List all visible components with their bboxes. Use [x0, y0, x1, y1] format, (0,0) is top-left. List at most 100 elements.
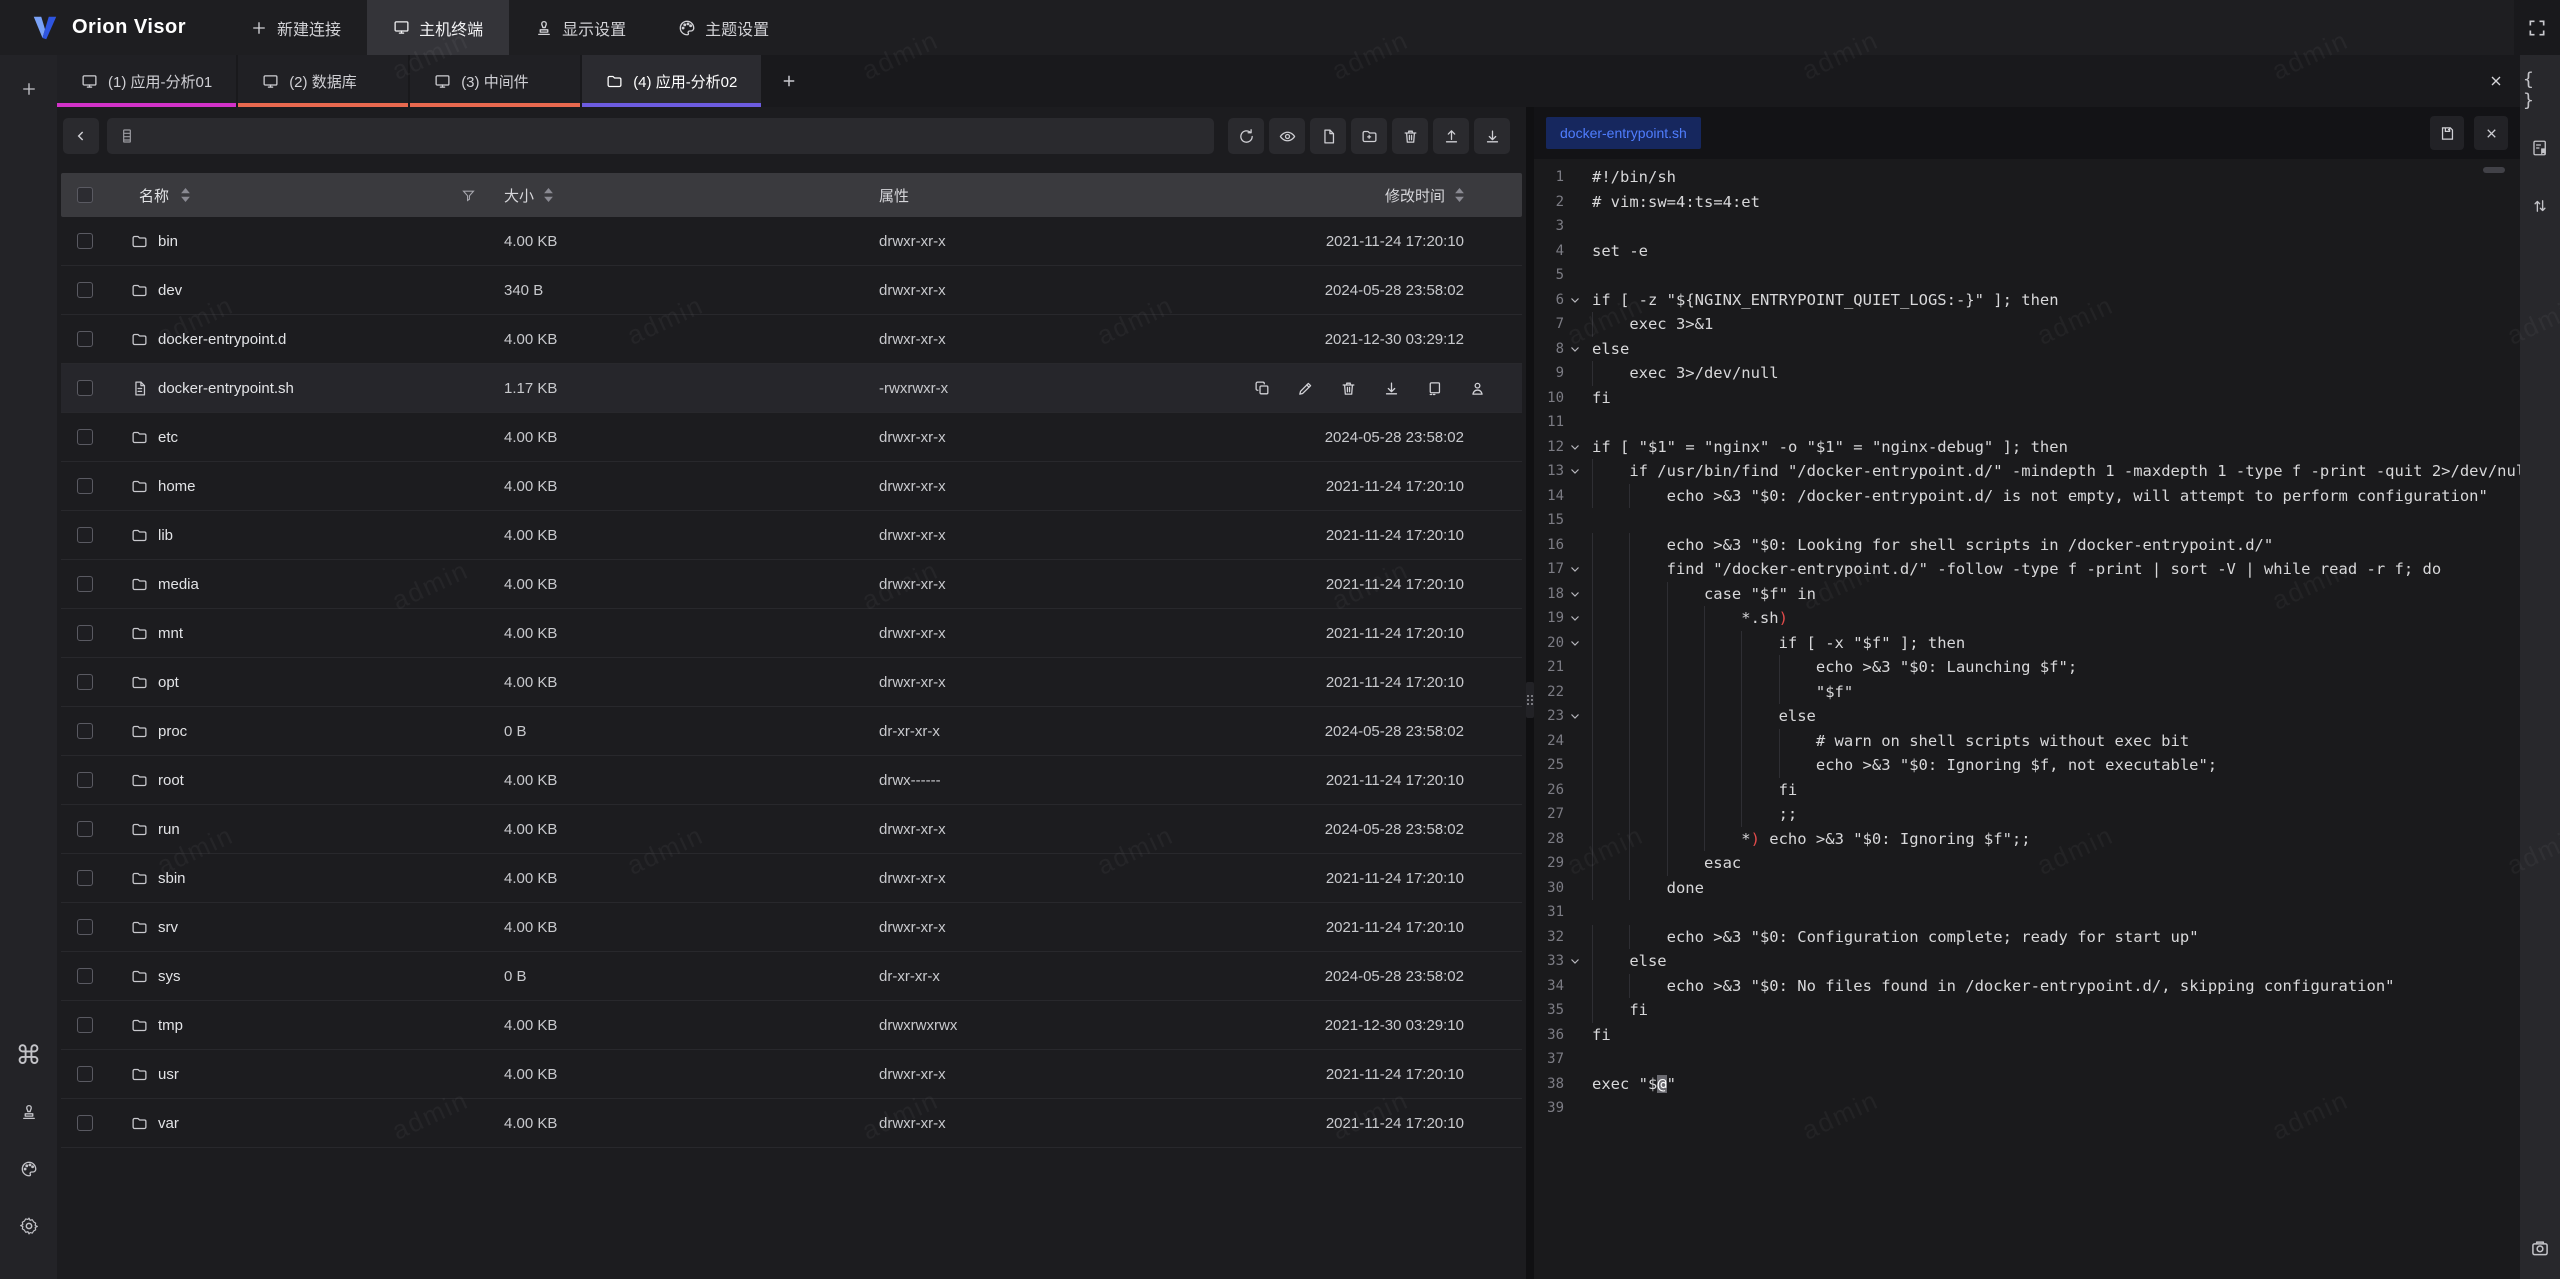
nav-item-3[interactable]: 主题设置: [652, 0, 795, 55]
select-all-checkbox[interactable]: [77, 187, 93, 203]
row-checkbox[interactable]: [77, 870, 93, 886]
fold-chevron-icon[interactable]: [1564, 606, 1586, 631]
row-checkbox[interactable]: [77, 625, 93, 641]
fold-chevron-icon[interactable]: [1564, 459, 1586, 484]
row-checkbox[interactable]: [77, 527, 93, 543]
file-name[interactable]: opt: [158, 674, 179, 691]
nav-item-0[interactable]: 新建连接: [224, 0, 367, 55]
table-row[interactable]: docker-entrypoint.sh 1.17 KB -rwxrwxr-x: [61, 364, 1522, 413]
file-name[interactable]: run: [158, 821, 180, 838]
file-name[interactable]: lib: [158, 527, 173, 544]
back-button[interactable]: [63, 118, 99, 154]
fullscreen-icon[interactable]: [2514, 0, 2560, 55]
row-checkbox[interactable]: [77, 478, 93, 494]
table-row[interactable]: home 4.00 KB drwxr-xr-x 2021-11-24 17:20…: [61, 462, 1522, 511]
sort-icon-mtime[interactable]: [1455, 188, 1464, 202]
file-name[interactable]: bin: [158, 233, 178, 250]
table-row[interactable]: dev 340 B drwxr-xr-x 2024-05-28 23:58:02: [61, 266, 1522, 315]
table-row[interactable]: docker-entrypoint.d 4.00 KB drwxr-xr-x 2…: [61, 315, 1522, 364]
row-checkbox[interactable]: [77, 674, 93, 690]
copy-icon[interactable]: [1254, 380, 1271, 397]
file-name[interactable]: docker-entrypoint.d: [158, 331, 286, 348]
fold-chevron-icon[interactable]: [1564, 582, 1586, 607]
download-icon[interactable]: [1383, 380, 1400, 397]
file-name[interactable]: usr: [158, 1066, 179, 1083]
file-name[interactable]: home: [158, 478, 196, 495]
row-checkbox[interactable]: [77, 576, 93, 592]
table-row[interactable]: tmp 4.00 KB drwxrwxrwx 2021-12-30 03:29:…: [61, 1001, 1522, 1050]
row-checkbox[interactable]: [77, 723, 93, 739]
fold-chevron-icon[interactable]: [1564, 949, 1586, 974]
row-checkbox[interactable]: [77, 919, 93, 935]
editor-close-icon[interactable]: [2474, 116, 2508, 150]
row-checkbox[interactable]: [77, 1017, 93, 1033]
terminal-tab-1[interactable]: (1) 应用-分析01: [57, 55, 236, 107]
permission-icon[interactable]: [1469, 380, 1486, 397]
table-row[interactable]: lib 4.00 KB drwxr-xr-x 2021-11-24 17:20:…: [61, 511, 1522, 560]
row-checkbox[interactable]: [77, 282, 93, 298]
panel-splitter[interactable]: [1526, 107, 1534, 1279]
file-name[interactable]: var: [158, 1115, 179, 1132]
fold-chevron-icon[interactable]: [1564, 631, 1586, 656]
fold-chevron-icon[interactable]: [1564, 288, 1586, 313]
row-checkbox[interactable]: [77, 821, 93, 837]
fold-chevron-icon[interactable]: [1564, 704, 1586, 729]
trash-icon[interactable]: [1340, 380, 1357, 397]
terminal-tab-3[interactable]: (3) 中间件: [410, 55, 580, 107]
row-checkbox[interactable]: [77, 772, 93, 788]
swap-vertical-icon[interactable]: [2523, 189, 2557, 223]
table-row[interactable]: media 4.00 KB drwxr-xr-x 2021-11-24 17:2…: [61, 560, 1522, 609]
braces-icon[interactable]: { }: [2523, 73, 2557, 107]
doc-bookmark-icon[interactable]: [2523, 131, 2557, 165]
nav-item-1[interactable]: 主机终端: [367, 0, 509, 55]
brand[interactable]: Orion Visor: [0, 0, 224, 55]
row-checkbox[interactable]: [77, 968, 93, 984]
terminal-tab-2[interactable]: (2) 数据库: [238, 55, 408, 107]
file-name[interactable]: root: [158, 772, 184, 789]
terminal-tab-4[interactable]: (4) 应用-分析02: [582, 55, 761, 107]
command-icon[interactable]: ⌘: [9, 1035, 49, 1075]
row-checkbox[interactable]: [77, 1066, 93, 1082]
palette-icon[interactable]: [9, 1149, 49, 1189]
path-input[interactable]: [143, 128, 1202, 144]
table-row[interactable]: sys 0 B dr-xr-xr-x 2024-05-28 23:58:02: [61, 952, 1522, 1001]
table-row[interactable]: sbin 4.00 KB drwxr-xr-x 2021-11-24 17:20…: [61, 854, 1522, 903]
table-row[interactable]: run 4.00 KB drwxr-xr-x 2024-05-28 23:58:…: [61, 805, 1522, 854]
file-name[interactable]: etc: [158, 429, 178, 446]
editor-scrollbar[interactable]: [2483, 167, 2505, 173]
table-row[interactable]: root 4.00 KB drwx------ 2021-11-24 17:20…: [61, 756, 1522, 805]
column-header-mtime[interactable]: 修改时间: [1385, 185, 1445, 206]
stamp-icon[interactable]: [9, 1092, 49, 1132]
move-icon[interactable]: [1426, 380, 1443, 397]
table-row[interactable]: mnt 4.00 KB drwxr-xr-x 2021-11-24 17:20:…: [61, 609, 1522, 658]
save-icon[interactable]: [2430, 116, 2464, 150]
column-header-name[interactable]: 名称: [139, 185, 169, 206]
sort-icon-size[interactable]: [544, 188, 553, 202]
table-row[interactable]: usr 4.00 KB drwxr-xr-x 2021-11-24 17:20:…: [61, 1050, 1522, 1099]
new-tab-button[interactable]: [763, 55, 815, 107]
row-checkbox[interactable]: [77, 380, 93, 396]
gear-icon[interactable]: [9, 1206, 49, 1246]
table-row[interactable]: opt 4.00 KB drwxr-xr-x 2021-11-24 17:20:…: [61, 658, 1522, 707]
editor-file-tab[interactable]: docker-entrypoint.sh: [1546, 117, 1701, 149]
file-name[interactable]: sys: [158, 968, 181, 985]
file-name[interactable]: dev: [158, 282, 182, 299]
file-name[interactable]: sbin: [158, 870, 186, 887]
file-name[interactable]: docker-entrypoint.sh: [158, 380, 294, 397]
file-name[interactable]: tmp: [158, 1017, 183, 1034]
filter-icon[interactable]: [461, 188, 476, 203]
table-row[interactable]: var 4.00 KB drwxr-xr-x 2021-11-24 17:20:…: [61, 1099, 1522, 1148]
refresh-button[interactable]: [1228, 118, 1264, 154]
new-folder-button[interactable]: [1351, 118, 1387, 154]
sort-icon-name[interactable]: [181, 188, 190, 202]
file-name[interactable]: srv: [158, 919, 178, 936]
file-name[interactable]: mnt: [158, 625, 183, 642]
row-checkbox[interactable]: [77, 1115, 93, 1131]
row-checkbox[interactable]: [77, 429, 93, 445]
download-button[interactable]: [1474, 118, 1510, 154]
table-row[interactable]: srv 4.00 KB drwxr-xr-x 2021-11-24 17:20:…: [61, 903, 1522, 952]
fold-chevron-icon[interactable]: [1564, 557, 1586, 582]
column-header-size[interactable]: 大小: [504, 185, 534, 206]
fold-chevron-icon[interactable]: [1564, 337, 1586, 362]
table-row[interactable]: proc 0 B dr-xr-xr-x 2024-05-28 23:58:02: [61, 707, 1522, 756]
